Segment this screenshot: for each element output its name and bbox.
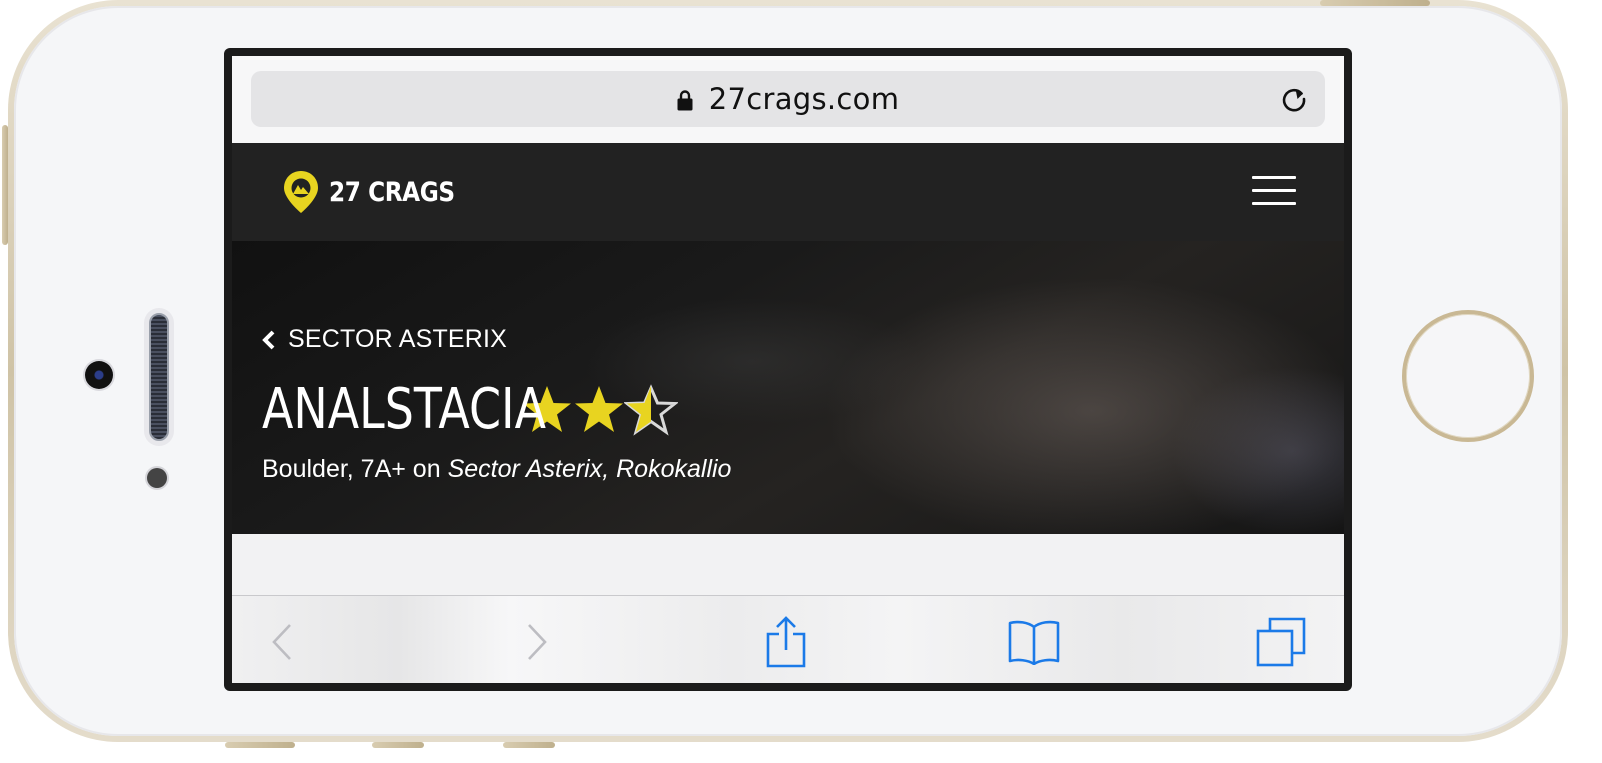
forward-icon bbox=[528, 624, 547, 660]
route-type-grade: Boulder, 7A+ on bbox=[262, 455, 448, 483]
page-body bbox=[232, 534, 1344, 596]
back-icon bbox=[272, 624, 291, 660]
star-full-icon bbox=[575, 385, 623, 432]
route-title: ANALSTACIA bbox=[262, 377, 547, 442]
route-location: Sector Asterix, Rokokallio bbox=[447, 455, 732, 483]
chevron-left-icon bbox=[262, 330, 275, 349]
tabs-button[interactable] bbox=[1253, 614, 1309, 670]
power-button bbox=[1320, 0, 1430, 6]
side-button bbox=[2, 125, 8, 245]
site-logo[interactable]: 27 CRAGS bbox=[282, 169, 475, 215]
earpiece-speaker bbox=[144, 308, 174, 446]
back-link-label: SECTOR ASTERIX bbox=[288, 325, 508, 353]
back-button[interactable] bbox=[254, 614, 310, 670]
logo-pin-icon bbox=[284, 171, 318, 213]
browser-toolbar bbox=[232, 595, 1344, 683]
url-text: 27crags.com bbox=[708, 82, 900, 116]
route-hero: SECTOR ASTERIX ANALSTACIA Boulder, 7A+ o… bbox=[232, 241, 1344, 534]
volume-button bbox=[503, 742, 555, 748]
reload-icon[interactable] bbox=[1279, 84, 1309, 114]
forward-button[interactable] bbox=[509, 614, 565, 670]
volume-button bbox=[225, 742, 295, 748]
bookmarks-icon bbox=[1008, 620, 1060, 665]
route-subtitle: Boulder, 7A+ on Sector Asterix, Rokokall… bbox=[262, 455, 731, 484]
share-button[interactable] bbox=[758, 614, 814, 670]
bookmarks-button[interactable] bbox=[1006, 614, 1062, 670]
route-title-row: ANALSTACIA bbox=[262, 377, 678, 442]
tabs-icon bbox=[1256, 617, 1306, 667]
proximity-sensor bbox=[147, 468, 167, 488]
address-bar[interactable]: 27crags.com bbox=[251, 71, 1325, 127]
screen: 27crags.com 27 CRAGS SECTOR ASTERIX ANAL… bbox=[224, 48, 1352, 691]
lock-icon bbox=[677, 90, 693, 111]
site-nav: 27 CRAGS bbox=[232, 143, 1344, 241]
hamburger-menu-icon[interactable] bbox=[1252, 176, 1296, 206]
volume-button bbox=[372, 742, 424, 748]
back-to-sector-link[interactable]: SECTOR ASTERIX bbox=[262, 325, 507, 354]
browser-viewport: 27crags.com 27 CRAGS SECTOR ASTERIX ANAL… bbox=[232, 56, 1344, 683]
front-camera bbox=[85, 361, 113, 389]
logo-text: 27 CRAGS bbox=[329, 176, 455, 208]
share-icon bbox=[766, 616, 806, 668]
address-area: 27crags.com bbox=[232, 56, 1344, 143]
home-button[interactable] bbox=[1402, 310, 1534, 442]
star-half-icon bbox=[624, 383, 678, 436]
